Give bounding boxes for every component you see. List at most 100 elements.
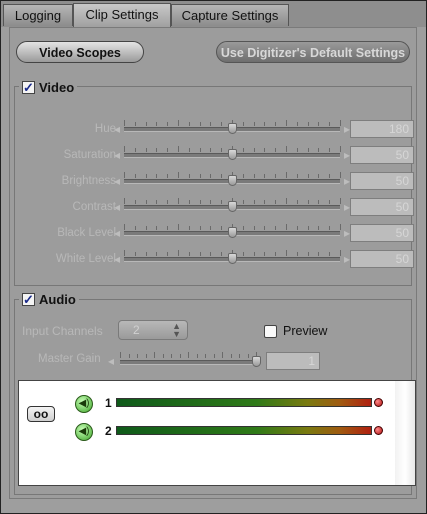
video-scopes-button[interactable]: Video Scopes	[16, 41, 144, 63]
slider-tick	[199, 122, 201, 126]
master-gain-thumb[interactable]	[252, 356, 261, 367]
preview-option[interactable]: Preview	[264, 324, 327, 338]
slider-tick	[296, 148, 298, 152]
slider-tick	[340, 146, 341, 152]
slider-tick	[167, 226, 169, 230]
slider-tick	[210, 122, 212, 126]
slider-tick	[188, 148, 190, 152]
master-gain-track[interactable]	[120, 360, 256, 365]
slider-tick	[264, 226, 266, 230]
audio-checkbox[interactable]: ✓	[22, 292, 35, 306]
slider-tick	[242, 122, 244, 126]
slider-tick	[253, 200, 255, 204]
master-gain-minus-icon[interactable]: ◂	[108, 354, 114, 368]
slider-tick	[318, 174, 320, 178]
slider-thumb[interactable]	[228, 253, 237, 264]
meter-channel-1-label: 1	[105, 396, 112, 410]
gain-tick	[205, 354, 206, 358]
gain-tick	[230, 354, 232, 358]
tab-clip-settings[interactable]: Clip Settings	[73, 3, 171, 27]
slider-value-field[interactable]: 180	[350, 120, 414, 138]
slider-thumb[interactable]	[228, 227, 237, 238]
slider-tick	[253, 252, 255, 256]
tab-logging[interactable]: Logging	[3, 4, 73, 26]
decrease-icon[interactable]: ◂	[114, 200, 120, 214]
slider-value-field[interactable]: 50	[350, 172, 414, 190]
slider-tick	[275, 200, 277, 204]
slider-tick	[145, 226, 147, 230]
slider-tick	[199, 148, 201, 152]
slider-tick	[318, 148, 320, 152]
tab-capture-settings[interactable]: Capture Settings	[171, 4, 289, 26]
slider-value-field[interactable]: 50	[350, 146, 414, 164]
slider-label: Black Level	[57, 227, 116, 239]
tab-bar: Logging Clip Settings Capture Settings	[1, 1, 426, 27]
slider-label: Hue	[94, 123, 116, 135]
audio-label: Audio	[39, 291, 76, 307]
slider-tick	[264, 148, 266, 152]
link-channels-button[interactable]: oo	[27, 406, 55, 422]
slider-thumb[interactable]	[228, 149, 237, 160]
preview-label: Preview	[283, 324, 328, 338]
slider-tick	[210, 148, 212, 152]
slider-tick	[286, 250, 287, 256]
audio-meters-panel: oo ◀) 1 ◀) 2	[18, 380, 416, 486]
slider-tick	[242, 200, 244, 204]
video-checkbox[interactable]: ✓	[22, 80, 35, 94]
slider-tick	[242, 174, 244, 178]
slider-value-field[interactable]: 50	[350, 250, 414, 268]
meters-scrollbar[interactable]	[395, 381, 415, 485]
slider-thumb[interactable]	[228, 123, 237, 134]
slider-tick	[275, 252, 277, 256]
slider-tick	[307, 200, 309, 204]
decrease-icon[interactable]: ◂	[114, 226, 120, 240]
decrease-icon[interactable]: ◂	[114, 148, 120, 162]
video-slider-row: Brightness ◂ ▸ 50	[16, 172, 414, 192]
slider-tick	[199, 200, 201, 204]
slider-tick	[340, 120, 341, 126]
slider-tick	[188, 200, 190, 204]
slider-tick	[242, 226, 244, 230]
slider-tick	[286, 198, 287, 204]
slider-tick	[145, 122, 147, 126]
slider-tick	[242, 148, 244, 152]
gain-tick	[188, 352, 189, 358]
slider-tick	[145, 252, 147, 256]
slider-tick	[167, 148, 169, 152]
slider-tick	[199, 252, 201, 256]
decrease-icon[interactable]: ◂	[114, 122, 120, 136]
slider-tick	[221, 226, 223, 230]
clip-indicator-2[interactable]	[374, 426, 383, 435]
input-channels-select[interactable]: 2 ▲ ▼	[118, 320, 188, 340]
slider-tick	[264, 122, 266, 126]
slider-tick	[264, 252, 266, 256]
slider-thumb[interactable]	[228, 175, 237, 186]
gain-tick	[120, 352, 121, 358]
slider-tick	[264, 174, 266, 178]
slider-tick	[134, 252, 136, 256]
speaker-icon[interactable]: ◀)	[75, 395, 93, 413]
slider-value-field[interactable]: 50	[350, 198, 414, 216]
slider-tick	[156, 200, 158, 204]
slider-tick	[199, 226, 201, 230]
decrease-icon[interactable]: ◂	[114, 174, 120, 188]
master-gain-value[interactable]: 1	[266, 352, 320, 370]
clip-indicator-1[interactable]	[374, 398, 383, 407]
slider-label: White Level	[55, 253, 116, 265]
slider-label: Contrast	[72, 201, 116, 213]
slider-tick	[221, 252, 223, 256]
preview-checkbox[interactable]	[264, 324, 277, 338]
gain-tick	[247, 354, 249, 358]
slider-tick	[145, 148, 147, 152]
slider-tick	[134, 148, 136, 152]
slider-tick	[178, 120, 179, 126]
slider-tick	[329, 122, 331, 126]
slider-thumb[interactable]	[228, 201, 237, 212]
use-digitizer-defaults-button[interactable]: Use Digitizer's Default Settings	[216, 41, 410, 63]
slider-tick	[318, 122, 320, 126]
master-gain-ticks	[120, 352, 257, 358]
meter-channel-2-label: 2	[105, 424, 112, 438]
slider-value-field[interactable]: 50	[350, 224, 414, 242]
speaker-icon[interactable]: ◀)	[75, 423, 93, 441]
decrease-icon[interactable]: ◂	[114, 252, 120, 266]
